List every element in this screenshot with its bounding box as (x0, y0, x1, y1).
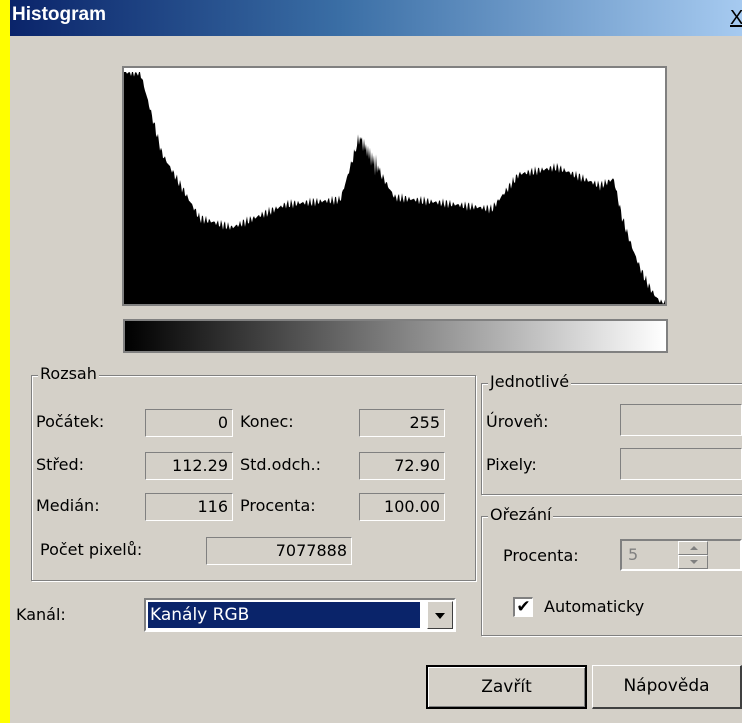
median-field: 116 (145, 493, 233, 521)
pixels-field (620, 448, 742, 480)
spin-up-icon[interactable] (678, 541, 708, 555)
clip-group: Ořezání (481, 505, 742, 636)
channel-label: Kanál: (16, 605, 66, 624)
median-label: Medián: (36, 496, 100, 515)
single-group-legend: Jednotlivé (488, 372, 572, 391)
title-bar[interactable]: Histogram X (10, 0, 742, 36)
channel-select[interactable]: Kanály RGB (144, 598, 456, 632)
close-button[interactable]: Zavřít (426, 665, 587, 709)
clip-percent-stepper[interactable]: 5 (620, 539, 742, 571)
histogram-area (124, 72, 665, 304)
percent-field: 100.00 (359, 493, 445, 521)
mean-field: 112.29 (145, 452, 233, 480)
start-field: 0 (145, 409, 233, 437)
auto-checkbox[interactable]: ✔ (513, 597, 533, 617)
channel-select-value: Kanály RGB (148, 602, 420, 628)
level-label: Úroveň: (486, 412, 549, 431)
clip-group-legend: Ořezání (488, 505, 554, 524)
pixel-count-field: 7077888 (206, 537, 352, 565)
stddev-label: Std.odch.: (240, 455, 322, 474)
stddev-field: 72.90 (359, 452, 445, 480)
grayscale-gradient-bar (123, 319, 668, 353)
start-label: Počátek: (36, 412, 105, 431)
window-title: Histogram (12, 4, 106, 25)
clip-percent-spin-buttons (678, 541, 708, 569)
range-group-legend: Rozsah (38, 364, 99, 383)
clip-percent-value: 5 (628, 545, 639, 564)
level-field (620, 404, 742, 436)
histogram-dialog: Histogram X Rozsah Počátek: 0 Konec: 255… (10, 0, 742, 723)
histogram-plot[interactable] (122, 66, 667, 306)
pixels-label: Pixely: (486, 455, 537, 474)
help-button[interactable]: Nápověda (592, 665, 742, 709)
end-field: 255 (359, 409, 445, 437)
percent-label: Procenta: (240, 496, 316, 515)
chevron-down-icon[interactable] (427, 601, 453, 629)
clip-percent-label: Procenta: (503, 546, 579, 565)
mean-label: Střed: (36, 455, 85, 474)
close-icon[interactable]: X (730, 6, 742, 30)
pixel-count-label: Počet pixelů: (40, 540, 143, 559)
auto-label[interactable]: Automaticky (544, 597, 644, 616)
end-label: Konec: (240, 412, 294, 431)
histogram-graph (124, 72, 665, 304)
spin-down-icon[interactable] (678, 555, 708, 569)
